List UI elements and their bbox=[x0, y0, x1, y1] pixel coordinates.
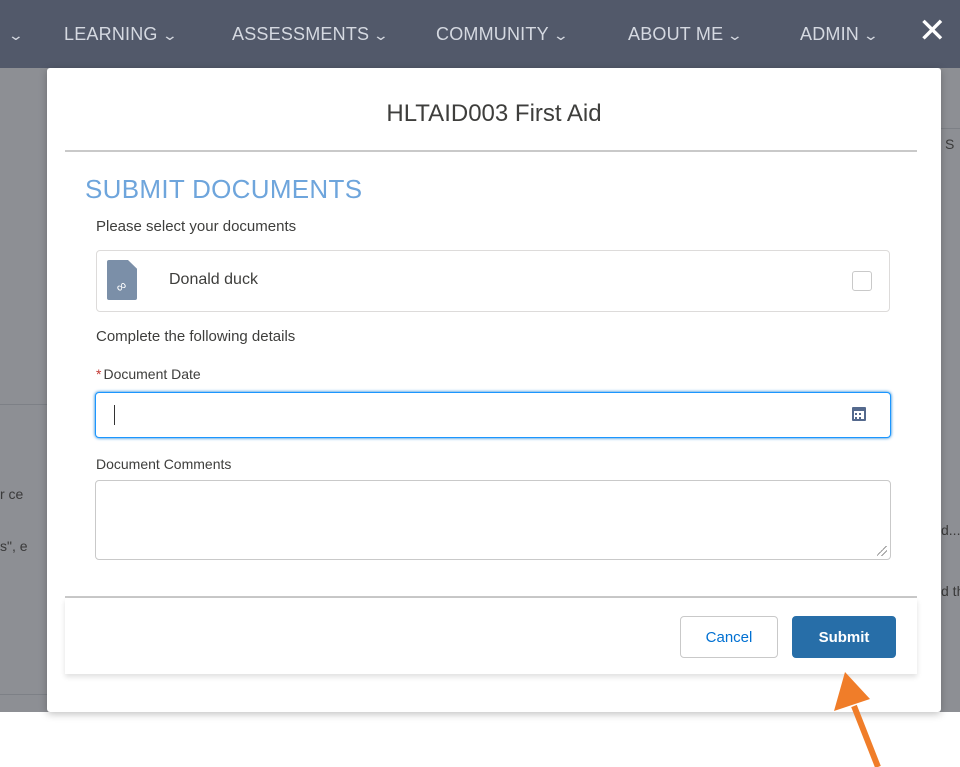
details-prompt: Complete the following details bbox=[96, 328, 296, 345]
background-divider bbox=[0, 404, 47, 405]
nav-item-learning[interactable]: LEARNING ⌄ bbox=[64, 24, 178, 45]
document-item[interactable]: ∞ Donald duck bbox=[96, 250, 890, 312]
background-text-fragment: d... bbox=[941, 522, 960, 538]
top-navigation: ⌄ LEARNING ⌄ ASSESSMENTS ⌄ COMMUNITY ⌄ ABOU… bbox=[0, 0, 960, 68]
annotation-arrow-shaft bbox=[851, 704, 881, 767]
nav-item-assessments[interactable]: ASSESSMENTS ⌄ bbox=[232, 24, 390, 45]
calendar-icon[interactable] bbox=[852, 407, 866, 421]
background-divider bbox=[941, 128, 960, 129]
nav-chevron-icon[interactable]: ⌄ bbox=[4, 24, 24, 45]
background-text-fragment: r ce bbox=[0, 486, 24, 502]
chevron-down-icon: ⌄ bbox=[161, 27, 178, 43]
select-documents-prompt: Please select your documents bbox=[96, 218, 297, 235]
document-comments-textarea[interactable] bbox=[95, 480, 891, 560]
document-comments-label: Document Comments bbox=[96, 456, 232, 472]
nav-item-admin[interactable]: ADMIN ⌄ bbox=[800, 24, 880, 45]
chevron-down-icon: ⌄ bbox=[372, 27, 390, 43]
background-divider bbox=[0, 694, 47, 695]
document-date-label: * Document Date bbox=[96, 366, 201, 382]
document-name: Donald duck bbox=[169, 271, 258, 288]
modal-title: HLTAID003 First Aid bbox=[386, 100, 602, 127]
modal-footer: Cancel Submit bbox=[65, 598, 917, 674]
resize-handle[interactable] bbox=[877, 546, 887, 556]
submit-documents-modal: HLTAID003 First Aid SUBMIT DOCUMENTS Ple… bbox=[47, 68, 941, 712]
chevron-down-icon: ⌄ bbox=[552, 27, 570, 43]
cancel-button[interactable]: Cancel bbox=[680, 616, 778, 658]
document-checkbox[interactable] bbox=[852, 271, 872, 291]
section-heading: SUBMIT DOCUMENTS bbox=[85, 174, 363, 204]
submit-button[interactable]: Submit bbox=[792, 616, 896, 658]
document-date-input[interactable] bbox=[95, 392, 891, 438]
text-cursor bbox=[114, 405, 115, 425]
chevron-down-icon: ⌄ bbox=[726, 27, 744, 43]
nav-item-community[interactable]: COMMUNITY ⌄ bbox=[436, 24, 570, 45]
attachment-icon: ∞ bbox=[107, 260, 137, 300]
chevron-down-icon: ⌄ bbox=[862, 27, 880, 43]
title-divider bbox=[65, 150, 917, 152]
nav-item-about-me[interactable]: ABOUT ME ⌄ bbox=[628, 24, 744, 45]
background-text-fragment: d th bbox=[941, 583, 960, 599]
background-text-fragment: S bbox=[945, 136, 955, 152]
close-icon[interactable]: ✕ bbox=[918, 14, 947, 48]
required-asterisk: * bbox=[96, 366, 102, 382]
background-text-fragment: s", e bbox=[0, 538, 28, 554]
